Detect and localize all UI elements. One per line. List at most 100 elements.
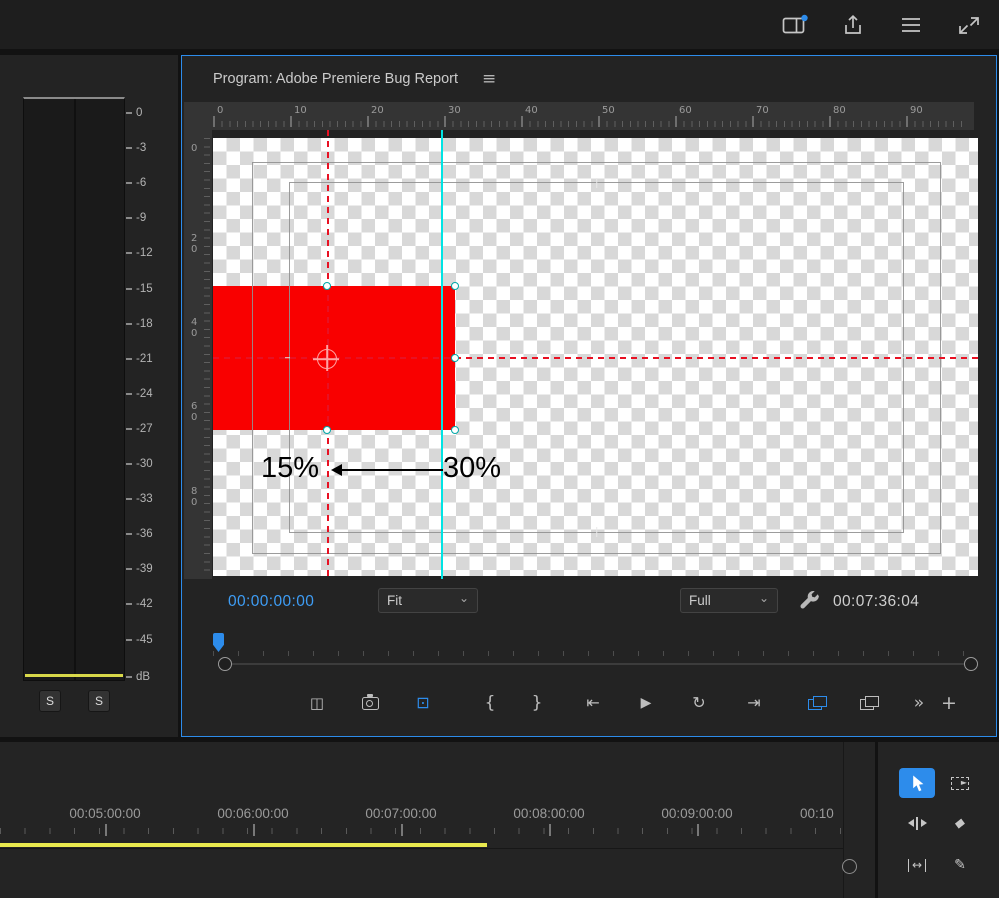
- meter-scale-row: -24: [126, 388, 153, 400]
- meter-scale-row: -45: [126, 634, 153, 646]
- timeline-time-label: 00:10: [800, 806, 834, 821]
- go-to-out-icon[interactable]: ⇥: [739, 689, 769, 717]
- timeline-time-label: 00:07:00:00: [365, 806, 437, 821]
- comparison-view-icon: [807, 696, 827, 710]
- meter-channel-divider: [74, 99, 76, 680]
- track-select-forward-tool[interactable]: ►: [942, 768, 978, 798]
- playback-resolution-value: Full: [689, 593, 711, 608]
- meter-scale-row: -9: [126, 212, 146, 224]
- pen-tool[interactable]: ✎: [942, 850, 978, 880]
- zoom-level-select[interactable]: Fit ⌄: [378, 588, 478, 613]
- meter-scale-label: -45: [136, 633, 153, 646]
- workspace-icon[interactable]: [781, 13, 809, 37]
- ruler-label: 50: [602, 105, 615, 116]
- audio-level-indicator: [25, 674, 123, 677]
- go-to-in-icon[interactable]: ⇤: [578, 689, 608, 717]
- rolling-edit-tool[interactable]: ◆: [942, 808, 978, 838]
- ruler-tick: [213, 116, 215, 127]
- ripple-part: [920, 819, 927, 827]
- playback-resolution-select[interactable]: Full ⌄: [680, 588, 778, 613]
- meter-tick: [126, 357, 132, 360]
- mark-in-icon[interactable]: {: [475, 689, 505, 717]
- meter-scale-label: -18: [136, 317, 153, 330]
- solo-left-button[interactable]: S: [39, 690, 61, 712]
- transform-handle-bottom-center[interactable]: [323, 426, 331, 434]
- ruler-tick: [521, 116, 523, 127]
- ruler-minor-ticks: [204, 138, 210, 571]
- fullscreen-icon[interactable]: [955, 13, 983, 37]
- rate-stretch-tool[interactable]: ↔: [899, 850, 935, 880]
- ruler-label: 70: [756, 105, 769, 116]
- h-ruler-marks: 0 10 20 30 40 50 60 70 80 90: [213, 102, 974, 130]
- comparison-view-icon[interactable]: [802, 689, 832, 717]
- mark-in-icon: {: [484, 692, 496, 713]
- lift-icon[interactable]: [854, 689, 884, 717]
- timeline-scroll-divider: [843, 742, 844, 898]
- selection-tool[interactable]: [899, 768, 935, 798]
- program-video-area[interactable]: 15% 30%: [213, 130, 978, 579]
- meter-scale-label: -15: [136, 282, 153, 295]
- hand-tool[interactable]: ✥: [899, 890, 935, 898]
- settings-wrench-icon[interactable]: [798, 589, 822, 613]
- ruler-tick: [752, 116, 754, 127]
- queue-icon[interactable]: [897, 13, 925, 37]
- transform-handle-bottom-right[interactable]: [451, 426, 459, 434]
- app-header-bar: [0, 0, 999, 52]
- playhead[interactable]: [213, 633, 224, 652]
- meter-tick: [126, 322, 132, 325]
- play-icon[interactable]: ▶: [631, 689, 661, 717]
- timeline-time-label: 00:08:00:00: [513, 806, 585, 821]
- timeline-tick: [549, 824, 551, 836]
- timeline-scrollbar-handle[interactable]: [842, 859, 857, 874]
- audio-meter[interactable]: [23, 97, 125, 681]
- meter-scale-label: -36: [136, 528, 153, 541]
- transform-handle-top-right[interactable]: [451, 282, 459, 290]
- ruler-tick: [598, 116, 600, 127]
- current-timecode[interactable]: 00:00:00:00: [228, 593, 314, 611]
- tools-panel: ► ◆ ↔ ✎ ✥ T: [878, 742, 999, 898]
- add-button-icon[interactable]: +: [934, 689, 964, 717]
- settings-icon[interactable]: ◫: [302, 689, 332, 717]
- mark-out-icon[interactable]: }: [522, 689, 552, 717]
- safe-center-tick: [595, 178, 598, 188]
- meter-scale-label: -6: [136, 177, 147, 190]
- zoom-handle-right[interactable]: [964, 657, 978, 671]
- meter-scale-row: -15: [126, 283, 153, 295]
- export-frame-icon[interactable]: [355, 689, 385, 717]
- meter-scale-row: 0: [126, 107, 142, 119]
- lift-icon: [859, 696, 879, 710]
- more-icon[interactable]: »: [904, 689, 934, 717]
- scrubber-ruler[interactable]: [213, 651, 970, 656]
- meter-scale-row: -42: [126, 598, 153, 610]
- timeline-panel[interactable]: 00:05:00:00 00:06:00:00 00:07:00:00 00:08:0…: [0, 742, 875, 898]
- play-in-out-icon[interactable]: ↻: [684, 689, 714, 717]
- ruler-label: 0: [191, 143, 198, 154]
- meter-tick: [126, 463, 132, 465]
- meter-scale-label: -9: [136, 212, 147, 225]
- solo-right-button[interactable]: S: [88, 690, 110, 712]
- meter-scale-label: -12: [136, 247, 153, 260]
- type-tool[interactable]: T: [942, 890, 978, 898]
- panel-menu-icon[interactable]: ≡: [482, 69, 496, 89]
- transform-handle-top-center[interactable]: [323, 282, 331, 290]
- ruler-label: 40: [191, 317, 198, 339]
- export-icon[interactable]: [839, 13, 867, 37]
- safe-margins-icon[interactable]: ⊡: [408, 689, 438, 717]
- meter-scale-row: -27: [126, 423, 153, 435]
- ruler-tick: [290, 116, 292, 127]
- meter-scale-row: -3: [126, 142, 146, 154]
- play-icon: ▶: [640, 695, 652, 711]
- anchor-point[interactable]: [317, 349, 337, 369]
- chevron-down-icon: ⌄: [458, 591, 469, 605]
- meter-scale-label: -21: [136, 352, 153, 365]
- meter-tick: [126, 568, 132, 571]
- timeline-time-label: 00:09:00:00: [661, 806, 733, 821]
- ruler-label: 90: [910, 105, 923, 116]
- ruler-label: 0: [217, 105, 224, 116]
- program-monitor-panel: Program: Adobe Premiere Bug Report ≡ 0 10…: [181, 55, 997, 737]
- zoom-handle-left[interactable]: [218, 657, 232, 671]
- ripple-edit-tool[interactable]: [899, 808, 935, 838]
- zoom-scrollbar[interactable]: [224, 663, 972, 665]
- program-panel-header[interactable]: Program: Adobe Premiere Bug Report ≡: [182, 56, 996, 101]
- transform-handle-right-center[interactable]: [451, 354, 459, 362]
